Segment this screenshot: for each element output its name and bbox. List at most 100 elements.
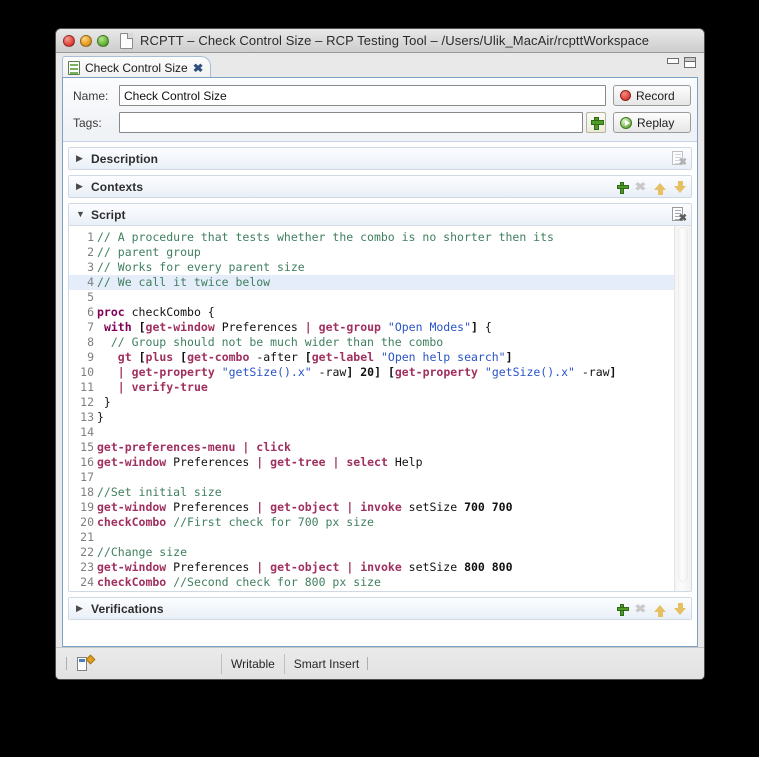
name-input[interactable] bbox=[119, 85, 606, 106]
code-text: | get-property "getSize().x" -raw] 20] [… bbox=[117, 365, 617, 379]
chevron-right-icon[interactable]: ▶ bbox=[76, 154, 85, 163]
minimize-button[interactable] bbox=[80, 34, 92, 47]
window-controls bbox=[56, 34, 109, 47]
close-button[interactable] bbox=[63, 34, 75, 47]
code-text: get-preferences-menu | click bbox=[97, 440, 291, 454]
test-case-editor: Name: Tags: bbox=[62, 77, 698, 647]
code-text: checkCombo //First check for 700 px size bbox=[97, 515, 374, 529]
code-line[interactable]: 23 get-window Preferences | get-object | … bbox=[69, 560, 674, 575]
section-script-tools: ✖ bbox=[672, 207, 687, 224]
chevron-right-icon[interactable]: ▶ bbox=[76, 182, 85, 191]
replay-button[interactable]: Replay bbox=[613, 112, 691, 133]
tab-check-control-size[interactable]: Check Control Size ✖ bbox=[62, 56, 211, 78]
code-line[interactable]: 17 bbox=[69, 470, 674, 485]
code-line[interactable]: 10 | get-property "getSize().x" -raw] 20… bbox=[69, 365, 674, 380]
section-description-header[interactable]: ▶ Description ✖ bbox=[69, 148, 691, 169]
section-script-header[interactable]: ▼ Script ✖ bbox=[69, 204, 691, 225]
code-text: get-window Preferences | get-object | in… bbox=[97, 500, 513, 514]
status-writable: Writable bbox=[222, 653, 285, 674]
editor-header-form: Name: Tags: bbox=[63, 78, 697, 142]
tags-label: Tags: bbox=[73, 115, 102, 130]
close-icon[interactable]: ✖ bbox=[192, 62, 203, 73]
code-line[interactable]: 19 get-window Preferences | get-object | … bbox=[69, 500, 674, 515]
code-lines-container[interactable]: 1// A procedure that tests whether the c… bbox=[69, 226, 674, 591]
arrow-down-icon[interactable] bbox=[674, 180, 686, 193]
editor-actions: Record Replay bbox=[613, 85, 691, 133]
window-title: RCPTT – Check Control Size – RCP Testing… bbox=[140, 33, 650, 48]
code-line[interactable]: 5 bbox=[69, 290, 674, 305]
line-number: 21 bbox=[80, 530, 94, 544]
code-text: // We call it twice below bbox=[97, 275, 271, 289]
chevron-right-icon[interactable]: ▶ bbox=[76, 604, 85, 613]
application-window: RCPTT – Check Control Size – RCP Testing… bbox=[55, 28, 705, 680]
code-line[interactable]: 22//Change size bbox=[69, 545, 674, 560]
code-line[interactable]: 7 with [get-window Preferences | get-gro… bbox=[69, 320, 674, 335]
code-line[interactable]: 18//Set initial size bbox=[69, 485, 674, 500]
section-script-title: Script bbox=[91, 207, 126, 222]
control-widget-icon bbox=[77, 654, 96, 672]
arrow-up-icon[interactable] bbox=[654, 183, 666, 195]
code-line[interactable]: 13} bbox=[69, 410, 674, 425]
line-number: 13 bbox=[80, 410, 94, 424]
line-number: 22 bbox=[80, 545, 94, 559]
code-text: // Group should not be much wider than t… bbox=[97, 335, 444, 349]
line-number: 14 bbox=[80, 425, 94, 439]
line-number: 7 bbox=[87, 320, 94, 334]
code-text: checkCombo //Second check for 800 px siz… bbox=[97, 575, 381, 589]
code-text: get-window Preferences | get-tree | sele… bbox=[97, 455, 423, 469]
code-line[interactable]: 8 // Group should not be much wider than… bbox=[69, 335, 674, 350]
line-number: 17 bbox=[80, 470, 94, 484]
code-line[interactable]: 20 checkCombo //First check for 700 px si… bbox=[69, 515, 674, 530]
minimize-icon[interactable] bbox=[667, 57, 679, 64]
code-text: proc checkCombo { bbox=[97, 305, 215, 319]
code-text: } bbox=[97, 395, 111, 409]
chevron-down-icon[interactable]: ▼ bbox=[76, 210, 85, 219]
code-line[interactable]: 6 proc checkCombo { bbox=[69, 305, 674, 320]
document-remove-icon[interactable]: ✖ bbox=[672, 207, 687, 224]
section-contexts-header[interactable]: ▶ Contexts ✖ bbox=[69, 176, 691, 197]
plus-icon[interactable] bbox=[617, 181, 630, 194]
editor-window-controls bbox=[667, 57, 696, 68]
code-text: | verify-true bbox=[117, 380, 208, 394]
maximize-button[interactable] bbox=[97, 34, 109, 47]
maximize-icon[interactable] bbox=[684, 57, 696, 68]
line-number: 2 bbox=[87, 245, 94, 259]
workbench: Check Control Size ✖ Name: Check Control… bbox=[56, 53, 704, 679]
script-editor[interactable]: 1// A procedure that tests whether the c… bbox=[69, 225, 691, 591]
status-insert-mode: Smart Insert bbox=[285, 654, 381, 674]
status-widget-cell bbox=[56, 653, 222, 674]
arrow-up-icon[interactable] bbox=[654, 605, 666, 617]
code-line[interactable]: 15 get-preferences-menu | click bbox=[69, 440, 674, 455]
code-text: // A procedure that tests whether the co… bbox=[97, 230, 554, 244]
code-line[interactable]: 12 } bbox=[69, 395, 674, 410]
record-button[interactable]: Record bbox=[613, 85, 691, 106]
code-line[interactable]: 21 bbox=[69, 530, 674, 545]
code-line[interactable]: 2// parent group bbox=[69, 245, 674, 260]
code-line[interactable]: 1// A procedure that tests whether the c… bbox=[69, 230, 674, 245]
scrollbar-thumb[interactable] bbox=[678, 227, 688, 582]
section-verifications-header[interactable]: ▶ Verifications ✖ bbox=[69, 598, 691, 619]
code-line[interactable]: 4// We call it twice below bbox=[69, 275, 674, 290]
line-number: 24 bbox=[80, 575, 94, 589]
line-number: 16 bbox=[80, 455, 94, 469]
code-text: // parent group bbox=[97, 245, 201, 259]
name-label: Name: bbox=[73, 88, 109, 103]
x-icon: ✖ bbox=[634, 601, 647, 616]
editor-vertical-scrollbar[interactable] bbox=[674, 226, 691, 591]
code-line[interactable]: 11 | verify-true bbox=[69, 380, 674, 395]
section-description-tools: ✖ bbox=[672, 151, 687, 168]
test-case-document-icon bbox=[68, 60, 80, 75]
document-remove-icon[interactable]: ✖ bbox=[672, 151, 687, 168]
code-line[interactable]: 9 gt [plus [get-combo -after [get-label … bbox=[69, 350, 674, 365]
code-line[interactable]: 14 bbox=[69, 425, 674, 440]
section-contexts-title: Contexts bbox=[91, 179, 144, 194]
arrow-down-icon[interactable] bbox=[674, 602, 686, 615]
tags-input[interactable] bbox=[119, 112, 583, 133]
plus-icon[interactable] bbox=[617, 603, 630, 616]
line-number: 18 bbox=[80, 485, 94, 499]
code-line[interactable]: 16 get-window Preferences | get-tree | se… bbox=[69, 455, 674, 470]
add-tag-button[interactable] bbox=[586, 112, 606, 133]
code-line[interactable]: 24 checkCombo //Second check for 800 px s… bbox=[69, 575, 674, 590]
code-line[interactable]: 3// Works for every parent size bbox=[69, 260, 674, 275]
status-bar: Writable Smart Insert bbox=[56, 647, 704, 679]
